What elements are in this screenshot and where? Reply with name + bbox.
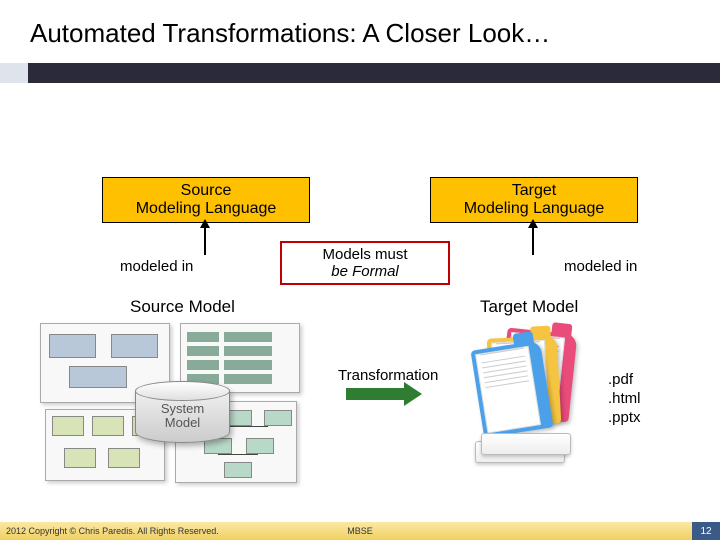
formal-line2: be Formal: [331, 263, 399, 280]
slide-number: 12: [692, 522, 720, 540]
folder-blue: [471, 340, 554, 438]
title-band: [0, 63, 720, 83]
file-ext-html: .html: [608, 390, 641, 409]
formal-line1: Models must: [322, 246, 407, 263]
band-notch: [0, 63, 28, 83]
system-model-text: System Model: [161, 402, 204, 431]
source-model-graphic: System Model: [40, 323, 305, 488]
transformation-label: Transformation: [338, 367, 438, 384]
target-language-line2: Modeling Language: [464, 200, 605, 218]
transformation-arrow-icon: [346, 388, 406, 400]
target-model-graphic: [475, 323, 595, 463]
modeled-in-right-label: modeled in: [564, 258, 637, 275]
arrow-up-left: [204, 227, 206, 255]
target-model-label: Target Model: [480, 297, 578, 317]
file-ext-pptx: .pptx: [608, 409, 641, 428]
output-file-list: .pdf .html .pptx: [608, 371, 641, 427]
diagram-area: Source Modeling Language Target Modeling…: [0, 83, 720, 523]
slide-title: Automated Transformations: A Closer Look…: [0, 0, 720, 57]
modeled-in-left-label: modeled in: [120, 258, 193, 275]
target-language-box: Target Modeling Language: [430, 177, 638, 223]
system-model-cylinder: System Model: [135, 381, 230, 443]
footer-center-label: MBSE: [347, 526, 373, 536]
target-language-line1: Target: [512, 182, 556, 200]
models-must-be-formal-box: Models must be Formal: [280, 241, 450, 285]
doc-stack-2: [481, 433, 571, 455]
source-language-line1: Source: [181, 182, 232, 200]
source-language-line2: Modeling Language: [136, 200, 277, 218]
source-model-label: Source Model: [130, 297, 235, 317]
source-language-box: Source Modeling Language: [102, 177, 310, 223]
slide-footer: 2012 Copyright © Chris Paredis. All Righ…: [0, 522, 720, 540]
arrow-up-right: [532, 227, 534, 255]
file-ext-pdf: .pdf: [608, 371, 641, 390]
